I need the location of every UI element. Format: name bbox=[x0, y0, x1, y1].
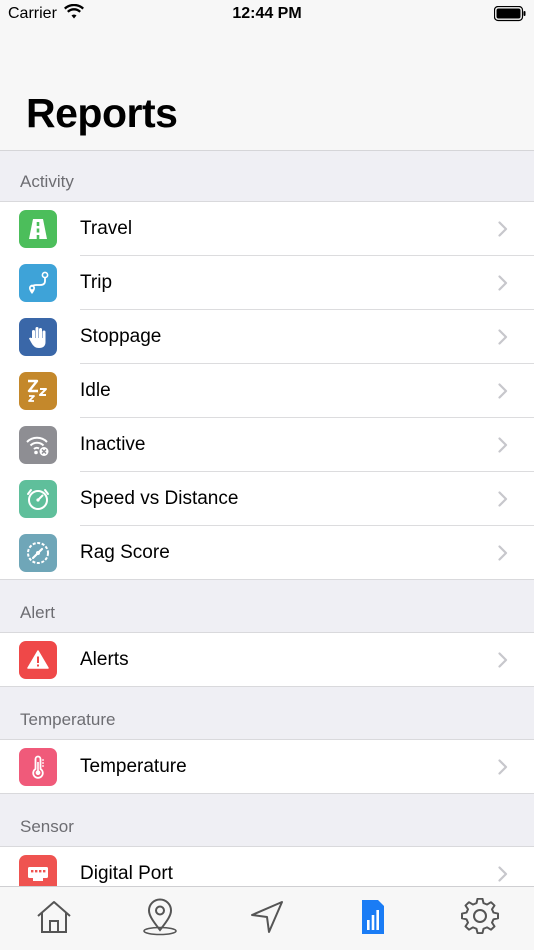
location-pin-icon bbox=[141, 898, 179, 941]
page-title: Reports bbox=[26, 90, 178, 136]
chevron-right-icon bbox=[498, 545, 508, 566]
tab-reports[interactable] bbox=[353, 899, 393, 939]
chevron-right-icon bbox=[498, 383, 508, 404]
section-title: Temperature bbox=[20, 710, 116, 729]
list-item-label: Travel bbox=[80, 218, 133, 239]
status-time: 12:44 PM bbox=[232, 5, 302, 22]
list-item-inactive[interactable]: Inactive bbox=[0, 418, 534, 472]
list-item-alerts[interactable]: Alerts bbox=[0, 633, 534, 687]
list-item-label: Speed vs Distance bbox=[80, 488, 239, 509]
list-item-rag-score[interactable]: Rag Score bbox=[0, 526, 534, 580]
section-header-sensor: Sensor bbox=[0, 794, 534, 847]
list-item-label: Rag Score bbox=[80, 542, 170, 563]
navigation-arrow-icon bbox=[248, 898, 286, 941]
battery-icon bbox=[493, 5, 526, 27]
list-item-label: Digital Port bbox=[80, 863, 173, 884]
list-item-label: Trip bbox=[80, 272, 113, 293]
section-header-activity: Activity bbox=[0, 151, 534, 202]
reports-list: Activity Travel Trip Stoppage Idle Inact… bbox=[0, 151, 534, 901]
section-title: Alert bbox=[20, 603, 55, 622]
chevron-right-icon bbox=[498, 437, 508, 458]
navigation-header: Reports bbox=[0, 30, 534, 151]
tab-location[interactable] bbox=[140, 898, 180, 941]
home-icon bbox=[35, 899, 73, 940]
tab-navigation[interactable] bbox=[247, 899, 287, 939]
section-header-alert: Alert bbox=[0, 580, 534, 633]
list-item-idle[interactable]: Idle bbox=[0, 364, 534, 418]
chevron-right-icon bbox=[498, 652, 508, 673]
list-item-travel[interactable]: Travel bbox=[0, 202, 534, 256]
gauge-icon bbox=[19, 534, 57, 572]
tab-home[interactable] bbox=[34, 899, 74, 939]
chevron-right-icon bbox=[498, 491, 508, 512]
list-item-label: Idle bbox=[80, 380, 111, 401]
list-item-label: Temperature bbox=[80, 756, 187, 777]
route-pin-icon bbox=[19, 264, 57, 302]
list-item-label: Stoppage bbox=[80, 326, 162, 347]
list-item-label: Inactive bbox=[80, 434, 146, 455]
section-title: Sensor bbox=[20, 817, 74, 836]
tab-settings[interactable] bbox=[460, 897, 500, 941]
hand-stop-icon bbox=[19, 318, 57, 356]
list-item-speed-vs-distance[interactable]: Speed vs Distance bbox=[0, 472, 534, 526]
speed-distance-icon bbox=[19, 480, 57, 518]
list-item-label: Alerts bbox=[80, 649, 129, 670]
warning-icon bbox=[19, 641, 57, 679]
list-item-stoppage[interactable]: Stoppage bbox=[0, 310, 534, 364]
chevron-right-icon bbox=[498, 221, 508, 242]
list-item-trip[interactable]: Trip bbox=[0, 256, 534, 310]
chevron-right-icon bbox=[498, 759, 508, 780]
road-icon bbox=[19, 210, 57, 248]
section-header-temperature: Temperature bbox=[0, 687, 534, 740]
status-bar: Carrier 12:44 PM bbox=[0, 0, 534, 30]
list-item-temperature[interactable]: Temperature bbox=[0, 740, 534, 794]
section-title: Activity bbox=[20, 172, 74, 191]
thermometer-icon bbox=[19, 748, 57, 786]
reports-icon bbox=[358, 898, 388, 941]
sleep-zzz-icon bbox=[19, 372, 57, 410]
chevron-right-icon bbox=[498, 275, 508, 296]
chevron-right-icon bbox=[498, 329, 508, 350]
no-signal-icon bbox=[19, 426, 57, 464]
chevron-right-icon bbox=[498, 866, 508, 887]
settings-gear-icon bbox=[461, 897, 499, 941]
tab-bar bbox=[0, 886, 534, 950]
